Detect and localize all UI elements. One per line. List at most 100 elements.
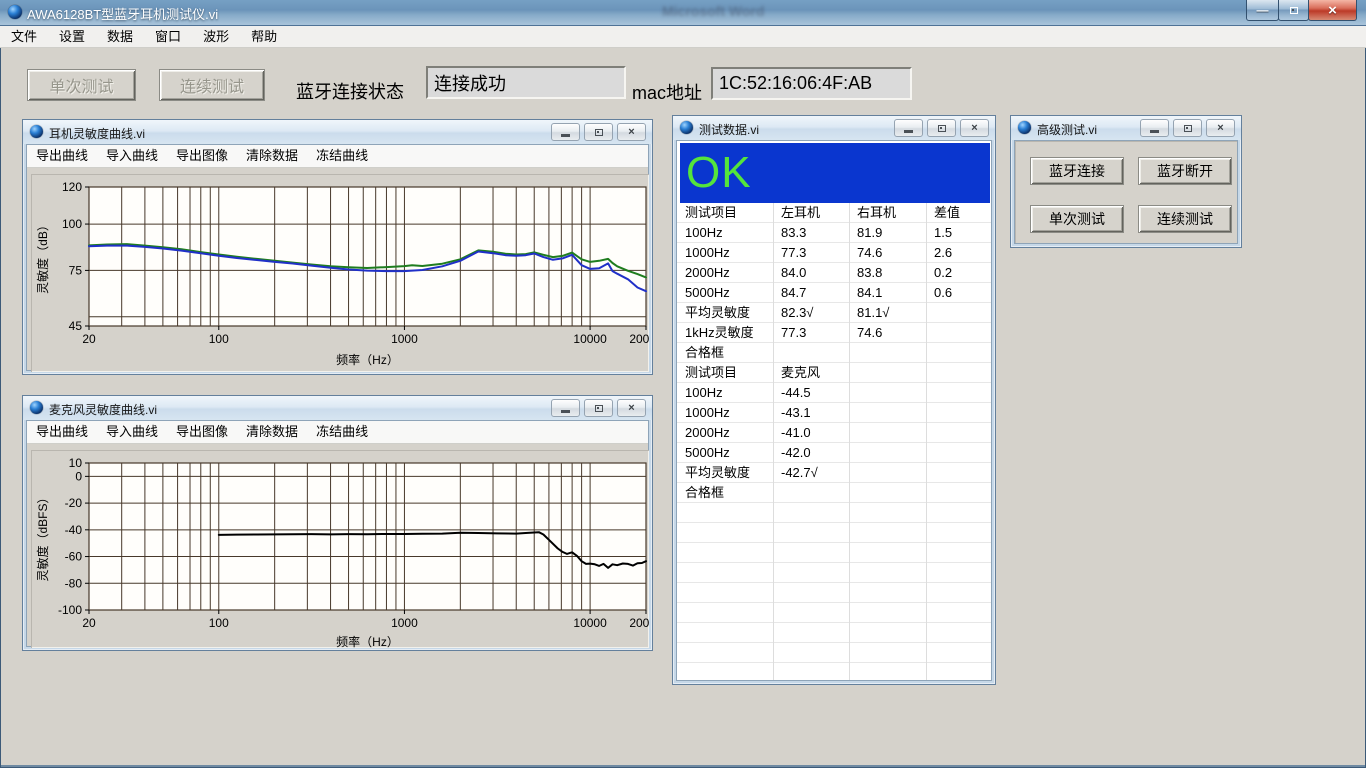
table-cell: [926, 443, 992, 462]
close-button[interactable]: ×: [1206, 119, 1235, 137]
table-cell: [849, 523, 926, 542]
svg-text:100: 100: [209, 616, 229, 630]
table-row: 平均灵敏度82.3√81.1√: [677, 303, 992, 323]
minimize-button[interactable]: [1140, 119, 1169, 137]
table-header-cell: 左耳机: [773, 203, 849, 222]
advanced-test-window: 高级测试.vi × 蓝牙连接蓝牙断开单次测试连续测试: [1010, 115, 1242, 248]
adv-window-titlebar[interactable]: 高级测试.vi ×: [1011, 116, 1241, 140]
table-cell: [677, 603, 773, 622]
data-window-titlebar[interactable]: 测试数据.vi ×: [673, 116, 995, 140]
table-cell: [926, 483, 992, 502]
mic-window-titlebar[interactable]: 麦克风灵敏度曲线.vi ×: [23, 396, 652, 420]
adv-button-4[interactable]: 连续测试: [1138, 205, 1232, 233]
minimize-button[interactable]: [894, 119, 923, 137]
curve-menu-item[interactable]: 清除数据: [237, 145, 307, 167]
table-cell: 84.0: [773, 263, 849, 282]
maximize-icon: [1184, 125, 1192, 132]
close-button[interactable]: ×: [617, 399, 646, 417]
minimize-button[interactable]: —: [1246, 0, 1279, 21]
restore-button[interactable]: [1278, 0, 1309, 21]
table-row: [677, 603, 992, 623]
adv-buttons: 蓝牙连接蓝牙断开单次测试连续测试: [1030, 157, 1232, 233]
mic-window-title: 麦克风灵敏度曲线.vi: [49, 401, 157, 418]
svg-text:20: 20: [82, 332, 96, 346]
table-cell: [677, 583, 773, 602]
main-menu-item[interactable]: 文件: [0, 26, 48, 47]
table-row: 2000Hz84.083.80.2: [677, 263, 992, 283]
minimize-icon: [561, 134, 570, 137]
table-cell: [849, 663, 926, 681]
data-table: 测试项目左耳机右耳机差值100Hz83.381.91.51000Hz77.374…: [677, 203, 992, 681]
table-row: 5000Hz-42.0: [677, 443, 992, 463]
table-header-cell: 差值: [926, 203, 992, 222]
table-cell: [849, 403, 926, 422]
svg-text:频率（Hz）: 频率（Hz）: [336, 352, 399, 367]
table-row: [677, 643, 992, 663]
maximize-button[interactable]: [584, 123, 613, 141]
curve-menu-item[interactable]: 导入曲线: [97, 145, 167, 167]
table-divider: [849, 203, 850, 681]
single-test-button[interactable]: 单次测试: [27, 69, 136, 101]
curve-menu-item[interactable]: 导出曲线: [27, 421, 97, 443]
adv-button-1[interactable]: 蓝牙连接: [1030, 157, 1124, 185]
test-data-window: 测试数据.vi × OK 测试项目左耳机右耳机差值100Hz83.381.91.…: [672, 115, 996, 685]
table-cell: -41.0: [773, 423, 849, 442]
mic-window-body: 导出曲线导入曲线导出图像清除数据冻结曲线 2010010001000020000…: [26, 420, 649, 647]
table-cell: 0.2: [926, 263, 992, 282]
close-icon: ×: [628, 126, 634, 138]
adv-button-2[interactable]: 蓝牙断开: [1138, 157, 1232, 185]
maximize-button[interactable]: [1173, 119, 1202, 137]
svg-text:-100: -100: [58, 603, 82, 617]
maximize-icon: [938, 125, 946, 132]
table-cell: [926, 303, 992, 322]
maximize-button[interactable]: [927, 119, 956, 137]
mac-field[interactable]: 1C:52:16:06:4F:AB: [711, 67, 912, 100]
table-cell: [926, 463, 992, 482]
curve-menu-item[interactable]: 导出图像: [167, 145, 237, 167]
curve-menu-item[interactable]: 清除数据: [237, 421, 307, 443]
mic-graph: 2010010001000020000100-20-40-60-80-100频率…: [31, 450, 649, 648]
table-cell: [773, 583, 849, 602]
table-row: [677, 563, 992, 583]
curve-menu-item[interactable]: 导入曲线: [97, 421, 167, 443]
continuous-test-button[interactable]: 连续测试: [159, 69, 265, 101]
maximize-button[interactable]: [584, 399, 613, 417]
headphone-window-titlebar[interactable]: 耳机灵敏度曲线.vi ×: [23, 120, 652, 144]
vi-icon: [30, 401, 43, 414]
maximize-icon: [595, 129, 603, 136]
table-cell: [677, 623, 773, 642]
table-cell: [773, 543, 849, 562]
main-menu-item[interactable]: 波形: [192, 26, 240, 47]
data-window-title: 测试数据.vi: [699, 121, 759, 138]
curve-menu-item[interactable]: 导出曲线: [27, 145, 97, 167]
table-cell: 81.1√: [849, 303, 926, 322]
adv-button-3[interactable]: 单次测试: [1030, 205, 1124, 233]
curve-menu-item[interactable]: 导出图像: [167, 421, 237, 443]
table-cell: [773, 503, 849, 522]
table-cell: [677, 643, 773, 662]
table-cell: 81.9: [849, 223, 926, 242]
curve-menu-item[interactable]: 冻结曲线: [307, 145, 377, 167]
close-button[interactable]: ×: [960, 119, 989, 137]
minimize-button[interactable]: [551, 123, 580, 141]
table-header-cell: 测试项目: [677, 203, 773, 222]
table-cell: [773, 643, 849, 662]
minimize-button[interactable]: [551, 399, 580, 417]
table-cell: [849, 583, 926, 602]
main-menu-item[interactable]: 数据: [96, 26, 144, 47]
caption-buttons: ×: [894, 119, 989, 137]
svg-text:100: 100: [62, 217, 82, 231]
table-cell: 74.6: [849, 323, 926, 342]
main-menu-item[interactable]: 窗口: [144, 26, 192, 47]
status-banner: OK: [680, 143, 990, 203]
bt-status-field[interactable]: 连接成功: [426, 66, 626, 99]
mic-chart: 2010010001000020000100-20-40-60-80-100频率…: [31, 450, 649, 648]
close-button[interactable]: ×: [1308, 0, 1357, 21]
table-cell: 100Hz: [677, 383, 773, 402]
table-cell: [926, 523, 992, 542]
close-button[interactable]: ×: [617, 123, 646, 141]
main-menu-item[interactable]: 设置: [48, 26, 96, 47]
table-row: 1000Hz-43.1: [677, 403, 992, 423]
curve-menu-item[interactable]: 冻结曲线: [307, 421, 377, 443]
main-menu-item[interactable]: 帮助: [240, 26, 288, 47]
